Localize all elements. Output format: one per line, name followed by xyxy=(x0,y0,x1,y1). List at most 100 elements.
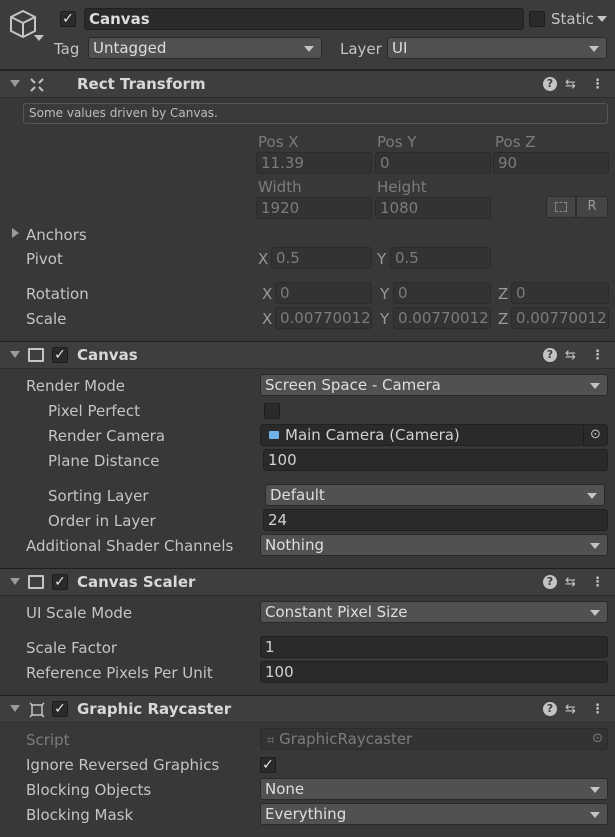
pos-z-field: 90 xyxy=(493,152,609,174)
checkmark-icon: ✓ xyxy=(62,11,74,27)
anchors-label[interactable]: Anchors xyxy=(26,226,87,244)
rotation-y-field: 0 xyxy=(393,282,491,304)
height-field: 1080 xyxy=(375,197,491,219)
layer-dropdown[interactable]: UI xyxy=(387,37,607,59)
script-label: Script xyxy=(26,731,70,749)
blueprint-mode-button[interactable] xyxy=(546,196,576,218)
rotation-x-field: 0 xyxy=(275,282,372,304)
scale-factor-input[interactable]: 1 xyxy=(260,636,608,658)
pos-y-label: Pos Y xyxy=(377,133,417,151)
pivot-x-field: 0.5 xyxy=(271,247,372,269)
help-icon[interactable]: ? xyxy=(543,348,557,362)
graphic-raycaster-enabled-toggle[interactable]: ✓ xyxy=(52,701,68,717)
rect-transform-title: Rect Transform xyxy=(77,75,206,93)
kebab-menu-icon[interactable]: ⋮ xyxy=(591,348,604,364)
active-toggle[interactable]: ✓ xyxy=(60,11,76,27)
script-icon: ⌗ xyxy=(267,733,275,748)
object-picker-icon[interactable]: ⊙ xyxy=(583,425,607,445)
shader-channels-dropdown[interactable]: Nothing xyxy=(260,534,608,556)
pos-x-field: 11.39 xyxy=(256,152,372,174)
render-mode-label: Render Mode xyxy=(26,377,126,395)
script-field: ⌗ GraphicRaycaster ⊙ xyxy=(260,728,608,750)
scale-x-label: X xyxy=(262,310,273,328)
ui-scale-mode-dropdown[interactable]: Constant Pixel Size xyxy=(260,601,608,623)
raw-edit-button[interactable]: R xyxy=(576,196,608,218)
gameobject-name-input[interactable]: Canvas xyxy=(84,8,524,30)
foldout-arrow-icon[interactable] xyxy=(10,351,20,358)
render-camera-label: Render Camera xyxy=(48,427,166,445)
checkmark-icon: ✓ xyxy=(54,347,66,363)
scale-z-label: Z xyxy=(498,310,509,328)
canvas-enabled-toggle[interactable]: ✓ xyxy=(52,347,68,363)
static-dropdown-arrow[interactable] xyxy=(597,16,607,22)
driven-note-text: Some values driven by Canvas. xyxy=(29,106,218,120)
kebab-menu-icon[interactable]: ⋮ xyxy=(591,77,604,93)
presets-icon[interactable]: ⇆ xyxy=(565,575,576,591)
plane-distance-input[interactable]: 100 xyxy=(263,449,608,471)
anchors-foldout-icon[interactable] xyxy=(12,228,19,238)
blocking-mask-dropdown[interactable]: Everything xyxy=(260,803,608,825)
shader-channels-label: Additional Shader Channels xyxy=(26,537,234,555)
help-icon[interactable]: ? xyxy=(543,575,557,589)
tag-dropdown[interactable]: Untagged xyxy=(88,37,322,59)
raycaster-icon xyxy=(29,702,45,718)
rotation-z-label: Z xyxy=(498,285,509,303)
scale-z-field: 0.00770012 xyxy=(511,307,609,329)
ignore-reversed-label: Ignore Reversed Graphics xyxy=(26,756,220,774)
graphic-raycaster-header[interactable]: ✓ Graphic Raycaster ? ⇆ ⋮ xyxy=(0,695,615,723)
foldout-arrow-icon[interactable] xyxy=(10,705,20,712)
scale-factor-label: Scale Factor xyxy=(26,639,118,657)
foldout-arrow-icon[interactable] xyxy=(10,80,20,87)
pivot-y-label: Y xyxy=(377,250,387,268)
pixel-perfect-checkbox[interactable] xyxy=(264,403,280,419)
kebab-menu-icon[interactable]: ⋮ xyxy=(591,702,604,718)
checkmark-icon: ✓ xyxy=(262,757,274,773)
canvas-title: Canvas xyxy=(77,346,138,364)
tag-label: Tag xyxy=(54,40,80,58)
plane-distance-label: Plane Distance xyxy=(48,452,160,470)
ref-ppu-label: Reference Pixels Per Unit xyxy=(26,664,213,682)
camera-icon xyxy=(269,431,279,439)
order-in-layer-label: Order in Layer xyxy=(48,512,156,530)
scale-x-field: 0.00770012 xyxy=(275,307,372,329)
ignore-reversed-checkbox[interactable]: ✓ xyxy=(260,757,276,773)
pos-x-label: Pos X xyxy=(258,133,299,151)
render-camera-value: Main Camera (Camera) xyxy=(285,426,460,444)
canvas-component-header[interactable]: ✓ Canvas ? ⇆ ⋮ xyxy=(0,341,615,369)
presets-icon[interactable]: ⇆ xyxy=(565,348,576,364)
checkmark-icon: ✓ xyxy=(54,574,66,590)
blocking-objects-dropdown[interactable]: None xyxy=(260,778,608,800)
pos-z-label: Pos Z xyxy=(495,133,536,151)
sorting-layer-dropdown[interactable]: Default xyxy=(265,484,605,506)
cube-icon xyxy=(10,9,36,39)
width-label: Width xyxy=(258,178,302,196)
kebab-menu-icon[interactable]: ⋮ xyxy=(591,575,604,591)
blocking-objects-label: Blocking Objects xyxy=(26,781,152,799)
help-icon[interactable]: ? xyxy=(543,77,557,91)
canvas-icon xyxy=(28,348,44,362)
pos-y-field: 0 xyxy=(375,152,491,174)
canvas-scaler-enabled-toggle[interactable]: ✓ xyxy=(52,574,68,590)
checkmark-icon: ✓ xyxy=(54,701,66,717)
render-camera-field[interactable]: Main Camera (Camera) ⊙ xyxy=(260,424,608,446)
order-in-layer-input[interactable]: 24 xyxy=(263,509,608,531)
presets-icon[interactable]: ⇆ xyxy=(565,77,576,93)
chevron-down-icon[interactable] xyxy=(34,35,44,41)
driven-note-box: Some values driven by Canvas. xyxy=(23,103,608,124)
canvas-scaler-header[interactable]: ✓ Canvas Scaler ? ⇆ ⋮ xyxy=(0,568,615,596)
help-icon[interactable]: ? xyxy=(543,702,557,716)
foldout-arrow-icon[interactable] xyxy=(10,578,20,585)
static-toggle[interactable] xyxy=(529,11,545,27)
ref-ppu-input[interactable]: 100 xyxy=(260,661,608,683)
rect-transform-header[interactable]: Rect Transform ? ⇆ ⋮ xyxy=(0,70,615,98)
rect-transform-icon xyxy=(30,78,44,92)
scale-label: Scale xyxy=(26,310,67,328)
script-value: GraphicRaycaster xyxy=(279,730,413,748)
pivot-label: Pivot xyxy=(26,250,63,268)
canvas-scaler-title: Canvas Scaler xyxy=(77,573,196,591)
presets-icon[interactable]: ⇆ xyxy=(565,702,576,718)
render-mode-dropdown[interactable]: Screen Space - Camera xyxy=(260,374,608,396)
height-label: Height xyxy=(377,178,427,196)
blueprint-icon xyxy=(555,202,567,212)
canvas-scaler-icon xyxy=(28,575,44,589)
